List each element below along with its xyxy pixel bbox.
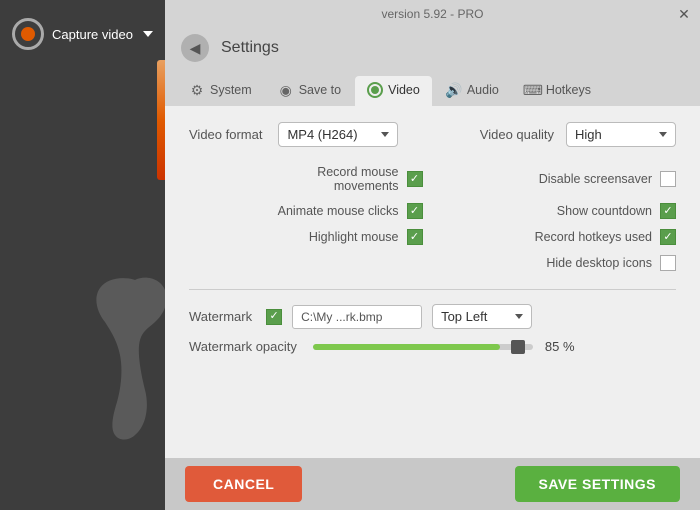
- record-hotkeys-label: Record hotkeys used: [535, 230, 652, 244]
- hide-desktop-label: Hide desktop icons: [546, 256, 652, 270]
- tab-audio[interactable]: 🔊 Audio: [434, 76, 511, 106]
- header: ◀ Settings: [165, 28, 700, 68]
- format-select-arrow-icon: [381, 132, 389, 137]
- format-select[interactable]: MP4 (H264): [278, 122, 398, 147]
- watermark-position-select[interactable]: Top Left: [432, 304, 532, 329]
- opacity-slider[interactable]: [313, 344, 533, 350]
- watermark-row: Watermark C:\My ...rk.bmp Top Left: [189, 304, 676, 329]
- quality-group: Video quality High: [480, 122, 676, 147]
- format-label: Video format: [189, 127, 262, 142]
- highlight-mouse-checkbox[interactable]: [407, 229, 423, 245]
- bottom-bar: CANCEL SAVE SETTINGS: [165, 458, 700, 510]
- watermark-label: Watermark: [189, 309, 252, 324]
- tab-system[interactable]: ⚙ System: [177, 76, 264, 106]
- watermark-checkbox[interactable]: [266, 309, 282, 325]
- quality-select[interactable]: High: [566, 122, 676, 147]
- cancel-button[interactable]: CANCEL: [185, 466, 302, 502]
- saveto-icon: ◉: [278, 82, 294, 98]
- chevron-down-icon: [143, 31, 153, 37]
- capture-label: Capture video: [52, 27, 133, 42]
- tab-saveto-label: Save to: [299, 83, 341, 97]
- quality-label: Video quality: [480, 127, 554, 142]
- record-dot-icon: [21, 27, 35, 41]
- highlight-mouse-row: Highlight mouse: [189, 229, 423, 245]
- disable-screensaver-label: Disable screensaver: [539, 172, 652, 186]
- opacity-slider-fill: [313, 344, 500, 350]
- record-hotkeys-checkbox[interactable]: [660, 229, 676, 245]
- show-countdown-row: Show countdown: [443, 203, 677, 219]
- record-mouse-checkbox[interactable]: [407, 171, 423, 187]
- tab-hotkeys-label: Hotkeys: [546, 83, 591, 97]
- system-icon: ⚙: [189, 82, 205, 98]
- disable-screensaver-checkbox[interactable]: [660, 171, 676, 187]
- content-panel: Video format MP4 (H264) Video quality Hi…: [165, 106, 700, 458]
- empty-left: [189, 255, 423, 271]
- close-button[interactable]: ✕: [676, 6, 692, 22]
- record-mouse-label: Record mouse movements: [317, 165, 398, 193]
- tab-video-label: Video: [388, 83, 420, 97]
- tab-system-label: System: [210, 83, 252, 97]
- tabs-bar: ⚙ System ◉ Save to Video 🔊 Audio ⌨ Hotke…: [165, 68, 700, 106]
- animate-clicks-row: Animate mouse clicks: [189, 203, 423, 219]
- record-mouse-row: Record mouse movements: [189, 165, 423, 193]
- tab-saveto[interactable]: ◉ Save to: [266, 76, 353, 106]
- audio-icon: 🔊: [446, 82, 462, 98]
- radio-video-icon: [367, 82, 383, 98]
- hide-desktop-row: Hide desktop icons: [443, 255, 677, 271]
- sidebar-decoration: [75, 270, 165, 450]
- opacity-label: Watermark opacity: [189, 339, 297, 354]
- watermark-position-value: Top Left: [441, 309, 509, 324]
- save-settings-button[interactable]: SAVE SETTINGS: [515, 466, 680, 502]
- capture-video-button[interactable]: Capture video: [12, 18, 153, 50]
- version-text: version 5.92 - PRO: [381, 7, 483, 21]
- tab-video[interactable]: Video: [355, 76, 432, 106]
- record-hotkeys-row: Record hotkeys used: [443, 229, 677, 245]
- sidebar: Capture video: [0, 0, 165, 510]
- disable-screensaver-row: Disable screensaver: [443, 165, 677, 193]
- opacity-value: 85 %: [545, 339, 575, 354]
- record-circle-icon: [12, 18, 44, 50]
- main-panel: version 5.92 - PRO ✕ ◀ Settings ⚙ System…: [165, 0, 700, 510]
- tab-audio-label: Audio: [467, 83, 499, 97]
- settings-grid: Record mouse movements Disable screensav…: [189, 165, 676, 271]
- hotkeys-icon: ⌨: [525, 82, 541, 98]
- settings-title: Settings: [221, 39, 279, 57]
- show-countdown-label: Show countdown: [557, 204, 652, 218]
- opacity-slider-thumb[interactable]: [511, 340, 525, 354]
- section-divider: [189, 289, 676, 290]
- video-icon: [367, 82, 383, 98]
- sidebar-color-strip: [157, 60, 165, 180]
- tab-hotkeys[interactable]: ⌨ Hotkeys: [513, 76, 603, 106]
- hide-desktop-checkbox[interactable]: [660, 255, 676, 271]
- quality-value: High: [575, 127, 653, 142]
- back-button[interactable]: ◀: [181, 34, 209, 62]
- watermark-path-input[interactable]: C:\My ...rk.bmp: [292, 305, 422, 329]
- highlight-mouse-label: Highlight mouse: [309, 230, 399, 244]
- titlebar: version 5.92 - PRO ✕: [165, 0, 700, 28]
- format-value: MP4 (H264): [287, 127, 375, 142]
- quality-select-arrow-icon: [659, 132, 667, 137]
- opacity-row: Watermark opacity 85 %: [189, 339, 676, 354]
- show-countdown-checkbox[interactable]: [660, 203, 676, 219]
- format-quality-row: Video format MP4 (H264) Video quality Hi…: [189, 122, 676, 147]
- animate-clicks-label: Animate mouse clicks: [278, 204, 399, 218]
- watermark-position-arrow-icon: [515, 314, 523, 319]
- animate-clicks-checkbox[interactable]: [407, 203, 423, 219]
